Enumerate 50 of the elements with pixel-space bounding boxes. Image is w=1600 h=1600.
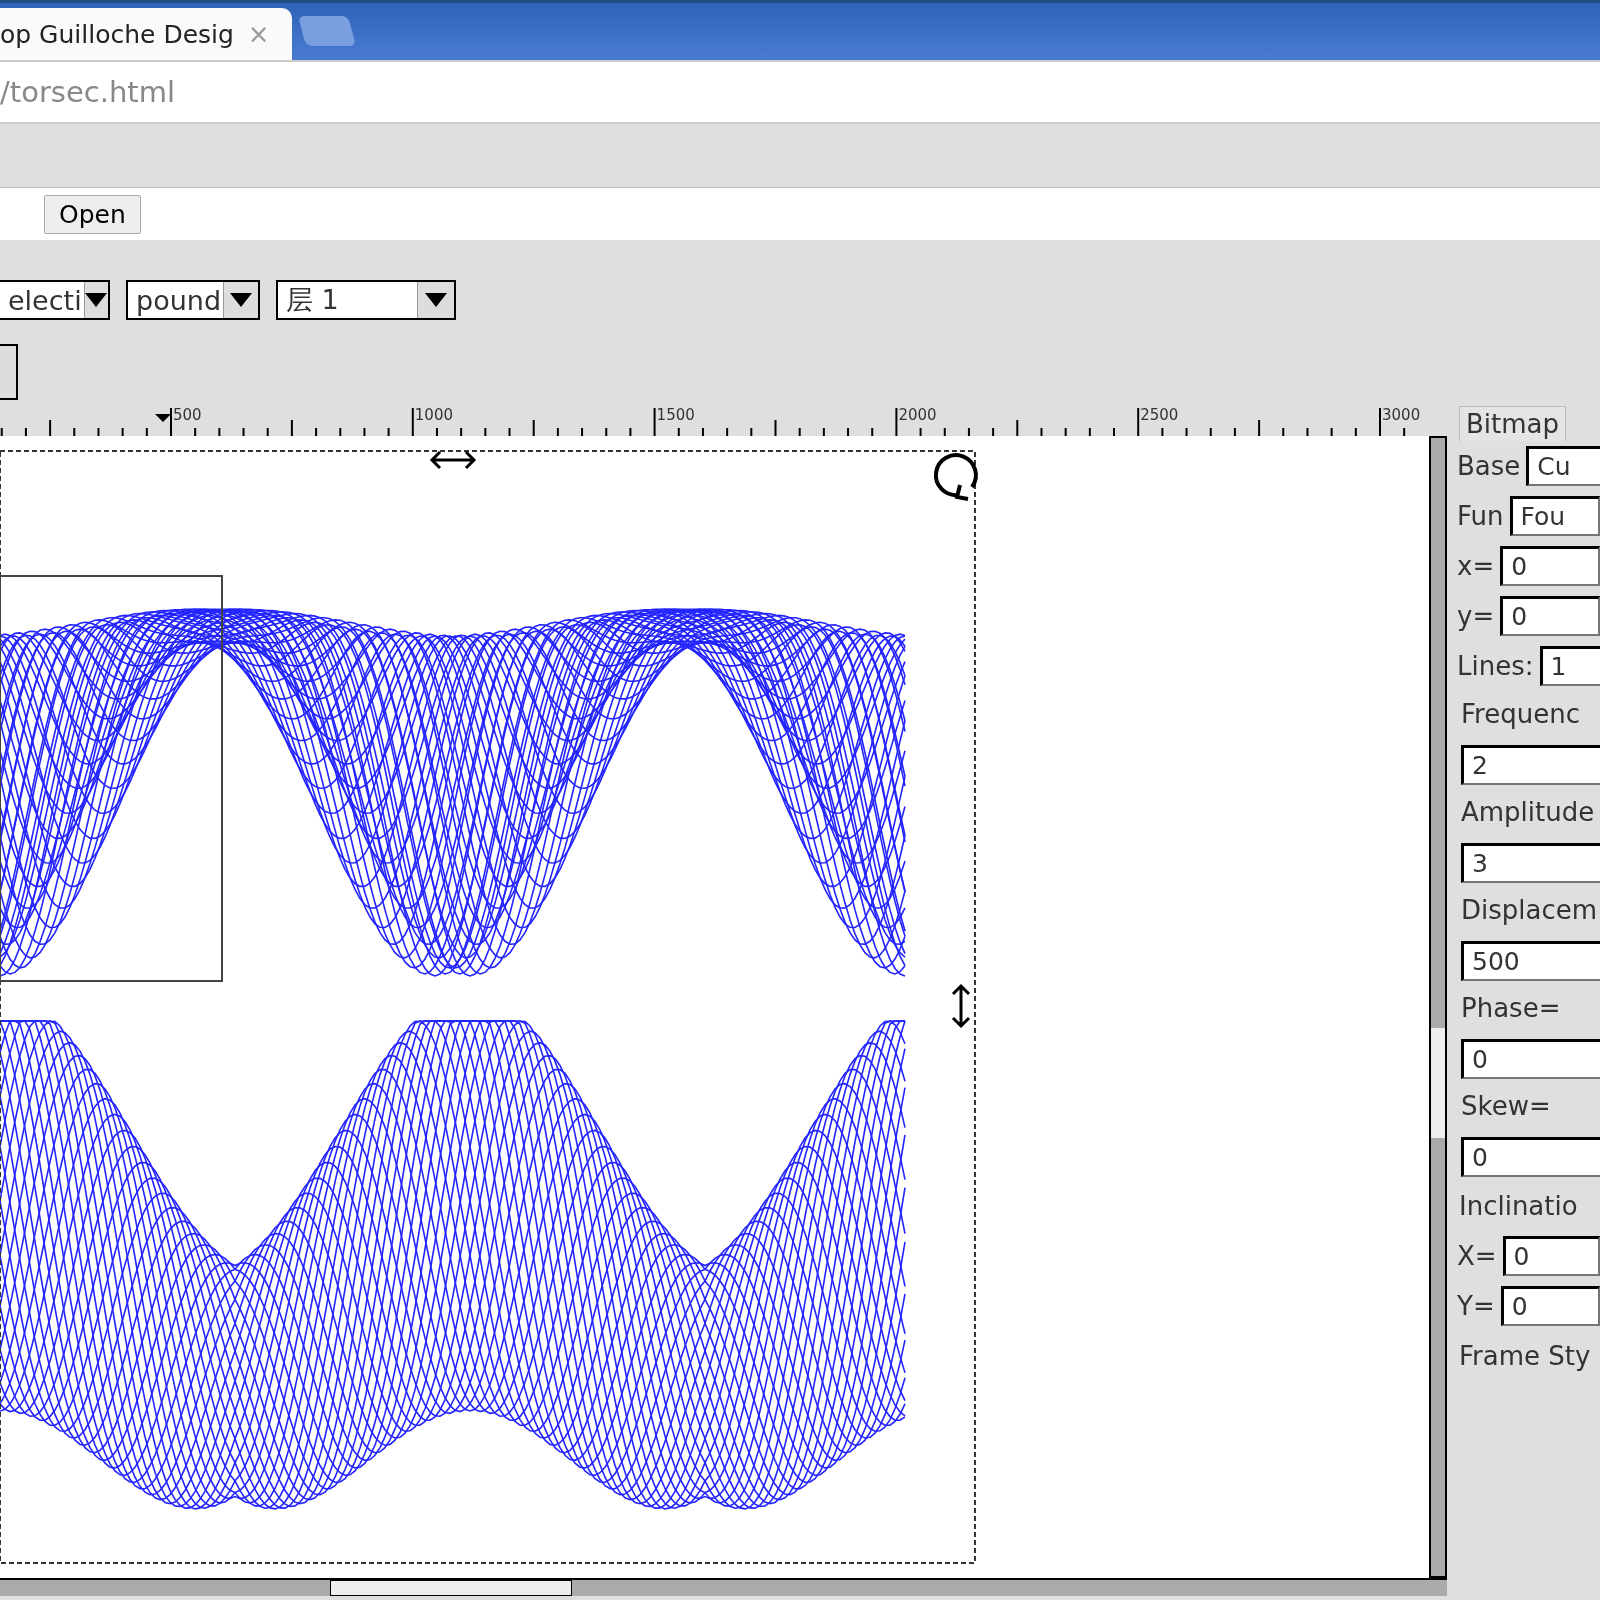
- section-label: Inclinatio: [1459, 1191, 1578, 1221]
- field-label: Y=: [1457, 1291, 1495, 1321]
- ruler-label: 1500: [656, 406, 695, 424]
- selection-frame[interactable]: [0, 450, 976, 1564]
- input-field[interactable]: 2: [1461, 745, 1600, 785]
- field-label: y=: [1457, 601, 1495, 631]
- caret-icon: [425, 293, 447, 307]
- vertical-scrollbar[interactable]: [1429, 436, 1447, 1578]
- field-label: Amplitude: [1461, 797, 1596, 827]
- spinner[interactable]: [0, 344, 18, 400]
- field-label: Base: [1457, 451, 1521, 481]
- ruler-label: 1000: [414, 406, 453, 424]
- field-label: Displacem: [1461, 895, 1599, 925]
- browser-tab[interactable]: op Guilloche Desig ×: [0, 8, 292, 60]
- ruler-label: 500: [173, 406, 202, 424]
- input-field[interactable]: Fou: [1509, 496, 1600, 536]
- field-label: Phase=: [1461, 993, 1562, 1023]
- ruler-label: 3000: [1382, 406, 1421, 424]
- dropdown[interactable]: electi: [0, 280, 110, 320]
- input-field[interactable]: 0: [1500, 596, 1600, 636]
- field-label: Lines:: [1457, 651, 1534, 681]
- horizontal-scrollbar[interactable]: [0, 1578, 1447, 1596]
- input-field[interactable]: 500: [1461, 941, 1600, 981]
- input-field[interactable]: 3: [1461, 843, 1600, 883]
- input-field[interactable]: 0: [1461, 1137, 1600, 1177]
- horizontal-arrow-icon[interactable]: [429, 450, 477, 470]
- caret-icon: [230, 293, 252, 307]
- section-label: Frame Sty: [1459, 1341, 1591, 1371]
- field-label: Fun: [1457, 501, 1504, 531]
- field-label: Frequenc: [1461, 699, 1581, 729]
- vertical-arrow-icon[interactable]: [951, 983, 971, 1029]
- ruler-label: 2000: [898, 406, 937, 424]
- panel-tab[interactable]: Bitmap: [1459, 406, 1567, 441]
- address-text[interactable]: /torsec.html: [0, 75, 175, 109]
- position-marker-icon: [155, 414, 171, 422]
- input-field[interactable]: 1: [1539, 646, 1600, 686]
- dropdown[interactable]: 层 1: [276, 280, 456, 320]
- ruler-label: 2500: [1140, 406, 1179, 424]
- rotate-icon[interactable]: [933, 453, 978, 501]
- field-label: x=: [1457, 551, 1495, 581]
- input-field[interactable]: 0: [1502, 1236, 1600, 1276]
- input-field[interactable]: 0: [1461, 1039, 1600, 1079]
- dropdown[interactable]: pound: [126, 280, 260, 320]
- input-field[interactable]: Cu: [1526, 446, 1600, 486]
- input-field[interactable]: 0: [1500, 1286, 1600, 1326]
- open-button[interactable]: Open: [44, 194, 141, 234]
- input-field[interactable]: 0: [1500, 546, 1600, 586]
- caret-icon: [85, 293, 108, 307]
- field-label: X=: [1457, 1241, 1497, 1271]
- field-label: Skew=: [1461, 1091, 1552, 1121]
